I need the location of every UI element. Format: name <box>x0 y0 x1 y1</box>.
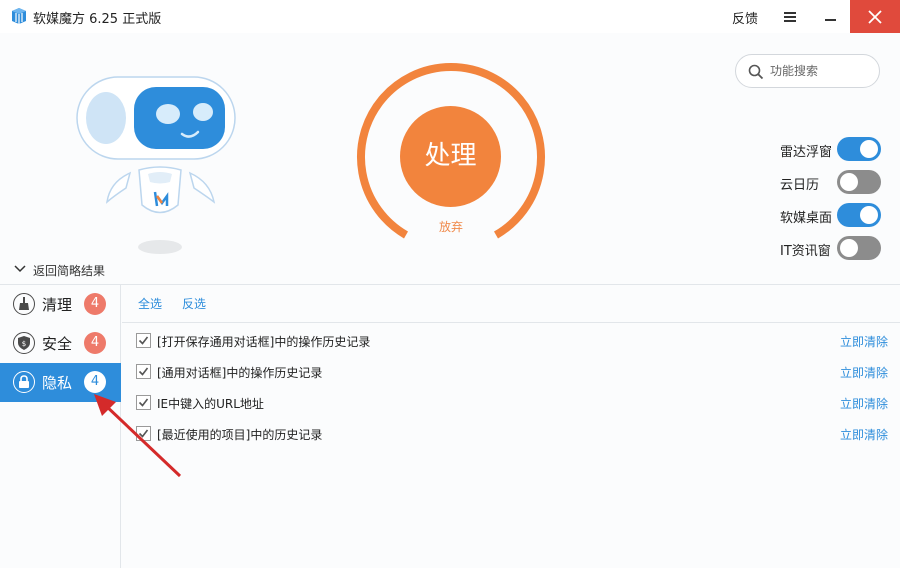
toggle-radar-window: 雷达浮窗 <box>780 137 882 161</box>
count-badge: 4 <box>84 293 106 315</box>
item-text: [打开保存通用对话框]中的操作历史记录 <box>157 335 371 349</box>
divider <box>0 284 900 285</box>
annotation-arrow-icon <box>94 394 182 478</box>
it-news-window-switch[interactable] <box>837 236 881 260</box>
app-logo-icon <box>12 8 26 24</box>
minimize-icon <box>825 19 836 21</box>
back-to-summary-link[interactable]: 返回简略结果 <box>14 262 105 279</box>
switch-knob <box>840 239 858 257</box>
search-icon <box>748 64 764 80</box>
chevron-down-icon <box>14 265 26 273</box>
check-icon <box>138 367 149 376</box>
sidebar-item-clean[interactable]: 清理 4 <box>0 285 121 324</box>
count-badge: 4 <box>84 332 106 354</box>
toggle-cloud-calendar: 云日历 <box>780 170 882 194</box>
clean-now-link[interactable]: 立即清除 <box>840 395 888 412</box>
process-button[interactable]: 处理 <box>400 106 501 207</box>
toggle-label: 软媒桌面 <box>780 211 833 226</box>
cloud-calendar-switch[interactable] <box>837 170 881 194</box>
sidebar-item-label: 清理 <box>42 296 73 314</box>
divider <box>122 322 900 323</box>
broom-icon <box>13 293 35 315</box>
minimize-button[interactable] <box>815 0 845 33</box>
switch-knob <box>860 140 878 158</box>
radar-window-switch[interactable] <box>837 137 881 161</box>
toggle-label: 云日历 <box>780 178 820 193</box>
clean-now-link[interactable]: 立即清除 <box>840 364 888 381</box>
list-item: [最近使用的项目]中的历史记录 立即清除 <box>136 424 888 446</box>
search-box[interactable] <box>735 54 880 88</box>
close-button[interactable] <box>850 0 900 33</box>
count-badge: 4 <box>84 371 106 393</box>
menu-icon-line <box>784 16 796 18</box>
mascot-robot-icon <box>76 76 236 254</box>
sidebar-item-label: 隐私 <box>42 374 73 392</box>
menu-icon-line <box>784 20 796 22</box>
svg-text:$: $ <box>22 340 26 348</box>
list-item: IE中键入的URL地址 立即清除 <box>136 393 888 415</box>
toggle-label: IT资讯窗 <box>780 244 831 259</box>
item-checkbox[interactable] <box>136 333 151 348</box>
clean-now-link[interactable]: 立即清除 <box>840 426 888 443</box>
sidebar-item-security[interactable]: $ 安全 4 <box>0 324 121 363</box>
close-icon <box>868 10 882 24</box>
switch-knob <box>860 206 878 224</box>
toggle-label: 雷达浮窗 <box>780 145 833 160</box>
item-text: [通用对话框]中的操作历史记录 <box>157 366 323 380</box>
select-all-link[interactable]: 全选 <box>138 295 162 312</box>
check-icon <box>138 336 149 345</box>
list-item: [打开保存通用对话框]中的操作历史记录 立即清除 <box>136 331 888 353</box>
search-input[interactable] <box>770 62 870 80</box>
toggle-it-news-window: IT资讯窗 <box>780 236 882 260</box>
list-item: [通用对话框]中的操作历史记录 立即清除 <box>136 362 888 384</box>
clean-now-link[interactable]: 立即清除 <box>840 333 888 350</box>
back-label: 返回简略结果 <box>33 264 106 278</box>
feedback-button[interactable]: 反馈 <box>732 8 758 27</box>
invert-selection-link[interactable]: 反选 <box>182 295 206 312</box>
app-title: 软媒魔方 6.25 正式版 <box>33 12 162 27</box>
menu-button[interactable] <box>778 6 802 28</box>
sidebar-item-label: 安全 <box>42 335 73 353</box>
item-checkbox[interactable] <box>136 364 151 379</box>
switch-knob <box>840 173 858 191</box>
abandon-link[interactable]: 放弃 <box>426 218 476 235</box>
ruanmei-desktop-switch[interactable] <box>837 203 881 227</box>
shield-icon: $ <box>13 332 35 354</box>
title-bar: 软媒魔方 6.25 正式版 反馈 <box>0 0 900 33</box>
lock-icon <box>13 371 35 393</box>
menu-icon <box>784 12 796 14</box>
toggle-ruanmei-desktop: 软媒桌面 <box>780 203 882 227</box>
